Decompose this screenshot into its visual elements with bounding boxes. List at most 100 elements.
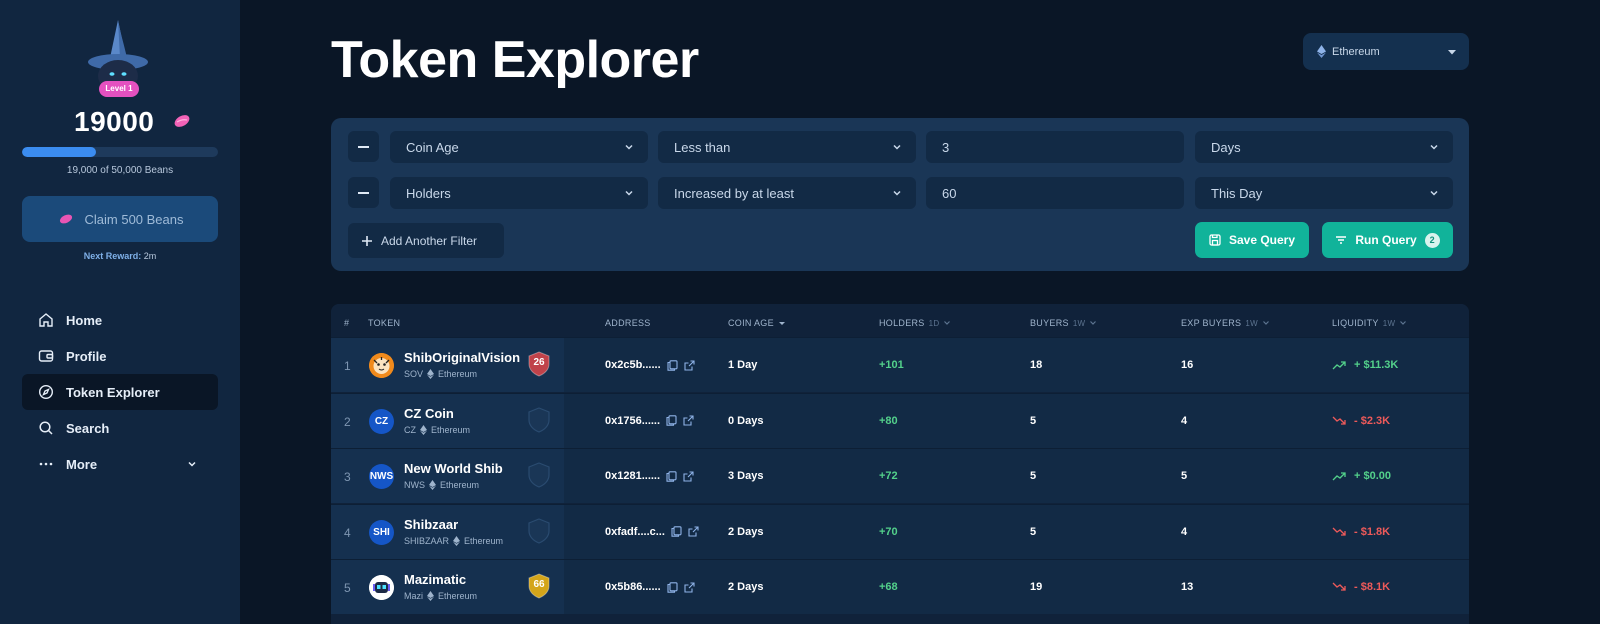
trend-down-icon xyxy=(1332,527,1346,536)
table-row[interactable]: 3 NWS New World Shib NWS Ethereum 0x1281… xyxy=(331,448,1469,503)
exp-buyers: 4 xyxy=(1181,525,1188,538)
coin-age: 2 Days xyxy=(728,581,764,593)
address-text: 0xfadf....c... xyxy=(605,525,665,538)
filter-count-badge: 2 xyxy=(1424,232,1440,248)
nav-item-token-explorer[interactable]: Token Explorer xyxy=(22,374,218,410)
filter-unit-select[interactable]: Days xyxy=(1195,131,1453,163)
nav-item-home[interactable]: Home xyxy=(22,302,218,338)
liquidity: - $8.1K xyxy=(1332,581,1390,593)
timeframe-label: 1W xyxy=(1245,318,1258,328)
nav-item-more[interactable]: More xyxy=(22,446,218,482)
col-buyers[interactable]: BUYERS 1W xyxy=(1030,318,1097,328)
nav-label: More xyxy=(66,456,98,472)
external-link-icon[interactable] xyxy=(684,359,695,371)
save-query-label: Save Query xyxy=(1228,233,1296,247)
filter-field-select[interactable]: Holders xyxy=(390,177,648,209)
buyers: 5 xyxy=(1030,470,1037,482)
nav-label: Token Explorer xyxy=(66,384,160,400)
external-link-icon[interactable] xyxy=(684,581,695,593)
table-row[interactable]: 5 Mazimatic Mazi Ethereum 66 0x5b86.....… xyxy=(331,559,1469,614)
token-table: # TOKEN ADDRESS COIN AGE HOLDERS 1D BUYE… xyxy=(331,304,1469,624)
holders-change: +72 xyxy=(879,470,898,482)
token-address: 0x2c5b...... xyxy=(605,359,695,371)
copy-icon[interactable] xyxy=(667,359,678,371)
trend-up-icon xyxy=(1332,361,1346,370)
filter-unit-select[interactable]: This Day xyxy=(1195,177,1453,209)
token-name[interactable]: CZ Coin xyxy=(404,406,454,421)
token-name[interactable]: Shibzaar xyxy=(404,517,458,532)
token-chain: Ethereum xyxy=(438,369,478,379)
table-row[interactable]: 4 SHI Shibzaar SHIBZAAR Ethereum 0xfadf.… xyxy=(331,503,1469,559)
copy-icon[interactable] xyxy=(667,581,678,593)
coin-age: 2 Days xyxy=(728,525,764,538)
timeframe-label: 1W xyxy=(1382,318,1396,328)
security-score-shield-icon xyxy=(528,517,550,544)
table-row[interactable]: 1 ShibOriginalVision SOV Ethereum 26 0x2… xyxy=(331,337,1469,392)
rank: 1 xyxy=(344,359,351,373)
copy-icon[interactable] xyxy=(666,470,677,482)
table-row[interactable]: 2 CZ CZ Coin CZ Ethereum 0x1756...... 0 … xyxy=(331,392,1469,448)
col-holders[interactable]: HOLDERS 1D xyxy=(879,318,951,328)
address-text: 0x1281...... xyxy=(605,470,661,482)
token-cell: 4 SHI Shibzaar SHIBZAAR Ethereum xyxy=(331,504,564,559)
copy-icon[interactable] xyxy=(671,526,682,537)
buyers: 5 xyxy=(1030,525,1037,538)
filter-operator-select[interactable]: Increased by at least xyxy=(658,177,916,209)
exp-buyers: 4 xyxy=(1181,414,1188,427)
holders-change: +68 xyxy=(879,581,898,593)
token-meta: CZ Ethereum xyxy=(404,424,470,435)
remove-filter-button[interactable] xyxy=(348,177,379,208)
chevron-down-icon xyxy=(1090,321,1097,325)
chain-select-value: Ethereum xyxy=(1332,45,1380,58)
table-header: # TOKEN ADDRESS COIN AGE HOLDERS 1D BUYE… xyxy=(331,304,1469,337)
filter-value-input[interactable]: 60 xyxy=(926,177,1184,209)
col-address: ADDRESS xyxy=(605,318,651,328)
claim-beans-label: Claim 500 Beans xyxy=(84,211,184,227)
chevron-down-icon xyxy=(625,144,633,150)
external-link-icon[interactable] xyxy=(683,415,694,426)
token-name[interactable]: New World Shib xyxy=(404,461,503,476)
token-name[interactable]: ShibOriginalVision xyxy=(404,350,520,365)
nav-item-search[interactable]: Search xyxy=(22,410,218,446)
bean-icon xyxy=(174,115,190,127)
filter-unit-value: This Day xyxy=(1211,185,1263,201)
chevron-down-icon xyxy=(1263,321,1269,325)
nav-item-profile[interactable]: Profile xyxy=(22,338,218,374)
search-icon xyxy=(39,421,53,435)
exp-buyers: 16 xyxy=(1181,359,1194,371)
external-link-icon[interactable] xyxy=(683,470,694,482)
ethereum-icon xyxy=(453,535,461,546)
page-title: Token Explorer xyxy=(331,31,699,89)
coin-age: 0 Days xyxy=(728,414,764,427)
token-logo: SHI xyxy=(369,519,394,545)
run-query-button[interactable]: Run Query 2 xyxy=(1322,222,1453,258)
token-address: 0x1281...... xyxy=(605,470,694,482)
filter-value-input[interactable]: 3 xyxy=(926,131,1184,163)
home-icon xyxy=(39,313,53,327)
liquidity: - $1.8K xyxy=(1332,526,1390,538)
claim-beans-button[interactable]: Claim 500 Beans xyxy=(22,196,218,242)
filter-field-value: Holders xyxy=(406,185,451,201)
filter-value: 3 xyxy=(942,139,950,155)
token-name[interactable]: Mazimatic xyxy=(404,572,466,587)
external-link-icon[interactable] xyxy=(688,526,699,537)
filter-operator-select[interactable]: Less than xyxy=(658,131,916,163)
save-query-button[interactable]: Save Query xyxy=(1195,222,1309,258)
run-query-label: Run Query xyxy=(1355,233,1417,247)
save-icon xyxy=(1209,234,1221,246)
chain-select[interactable]: Ethereum xyxy=(1303,33,1469,70)
add-filter-label: Add Another Filter xyxy=(381,233,478,248)
col-coin-age[interactable]: COIN AGE xyxy=(728,318,786,328)
security-score: 26 xyxy=(533,357,545,368)
filter-field-select[interactable]: Coin Age xyxy=(390,131,648,163)
col-liquidity[interactable]: LIQUIDITY 1W xyxy=(1332,318,1407,328)
token-cell: 5 Mazimatic Mazi Ethereum 66 xyxy=(331,560,564,614)
remove-filter-button[interactable] xyxy=(348,131,379,162)
nav-label: Home xyxy=(66,312,103,328)
col-exp-buyers[interactable]: EXP BUYERS 1W xyxy=(1181,318,1270,328)
security-score-shield-icon xyxy=(528,462,550,488)
add-filter-button[interactable]: Add Another Filter xyxy=(348,223,504,258)
copy-icon[interactable] xyxy=(666,415,677,426)
rank: 5 xyxy=(344,581,351,595)
next-reward: Next Reward: 2m xyxy=(0,251,240,261)
